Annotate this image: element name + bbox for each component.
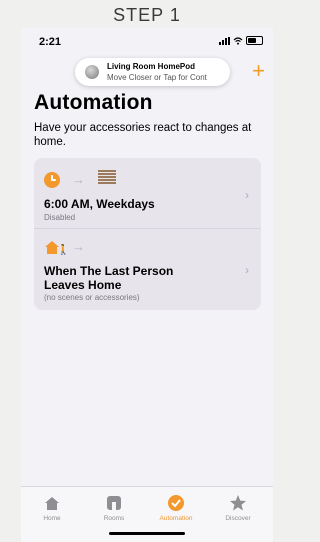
step-caption: STEP 1 [113, 5, 181, 25]
automation-icon [151, 493, 201, 513]
status-time: 2:21 [39, 36, 62, 48]
tab-label: Rooms [103, 515, 125, 522]
automation-item[interactable]: → 6:00 AM, Weekdays Disabled › [34, 158, 261, 228]
page-title: Automation [34, 91, 153, 114]
automation-title: When The Last Person Leaves Home [44, 264, 174, 292]
person-walking-icon: 🚶 [57, 245, 70, 256]
arrow-right-icon: → [72, 239, 85, 254]
homepod-banner[interactable]: Living Room HomePod Move Closer or Tap f… [75, 58, 230, 86]
blinds-icon [98, 170, 116, 186]
tab-discover[interactable]: Discover [213, 493, 263, 522]
plus-icon: + [252, 58, 265, 83]
tab-home[interactable]: Home [27, 493, 77, 522]
battery-icon [246, 36, 263, 45]
signal-icon [219, 36, 230, 45]
star-icon [213, 493, 263, 513]
house-icon [27, 493, 77, 513]
automation-title: 6:00 AM, Weekdays [44, 197, 155, 211]
page-description: Have your accessories react to changes a… [34, 122, 252, 148]
tab-label: Discover [225, 515, 251, 522]
automation-subtitle: Disabled [44, 213, 76, 222]
tab-label: Home [43, 515, 61, 522]
arrow-right-icon: → [72, 172, 85, 187]
homepod-icon [85, 65, 99, 79]
phone-screen: 2:21 Living Room HomePod Move Closer or … [21, 28, 273, 542]
homepod-title: Living Room HomePod [107, 62, 195, 71]
add-automation-button[interactable]: + [252, 60, 265, 82]
chevron-right-icon: › [245, 188, 249, 202]
clock-icon [44, 172, 60, 188]
automation-subtitle: (no scenes or accessories) [44, 293, 140, 302]
rooms-icon [89, 493, 139, 513]
tab-automation[interactable]: Automation [151, 493, 201, 522]
status-icons [219, 36, 263, 45]
wifi-icon [233, 36, 243, 45]
tab-rooms[interactable]: Rooms [89, 493, 139, 522]
tab-label: Automation [159, 515, 193, 522]
chevron-right-icon: › [245, 263, 249, 277]
home-indicator[interactable] [109, 532, 185, 535]
automation-list: → 6:00 AM, Weekdays Disabled › 🚶 → When … [34, 158, 261, 310]
status-bar: 2:21 [21, 28, 273, 54]
homepod-subtitle: Move Closer or Tap for Cont [107, 73, 207, 82]
automation-item[interactable]: 🚶 → When The Last Person Leaves Home (no… [34, 228, 261, 311]
